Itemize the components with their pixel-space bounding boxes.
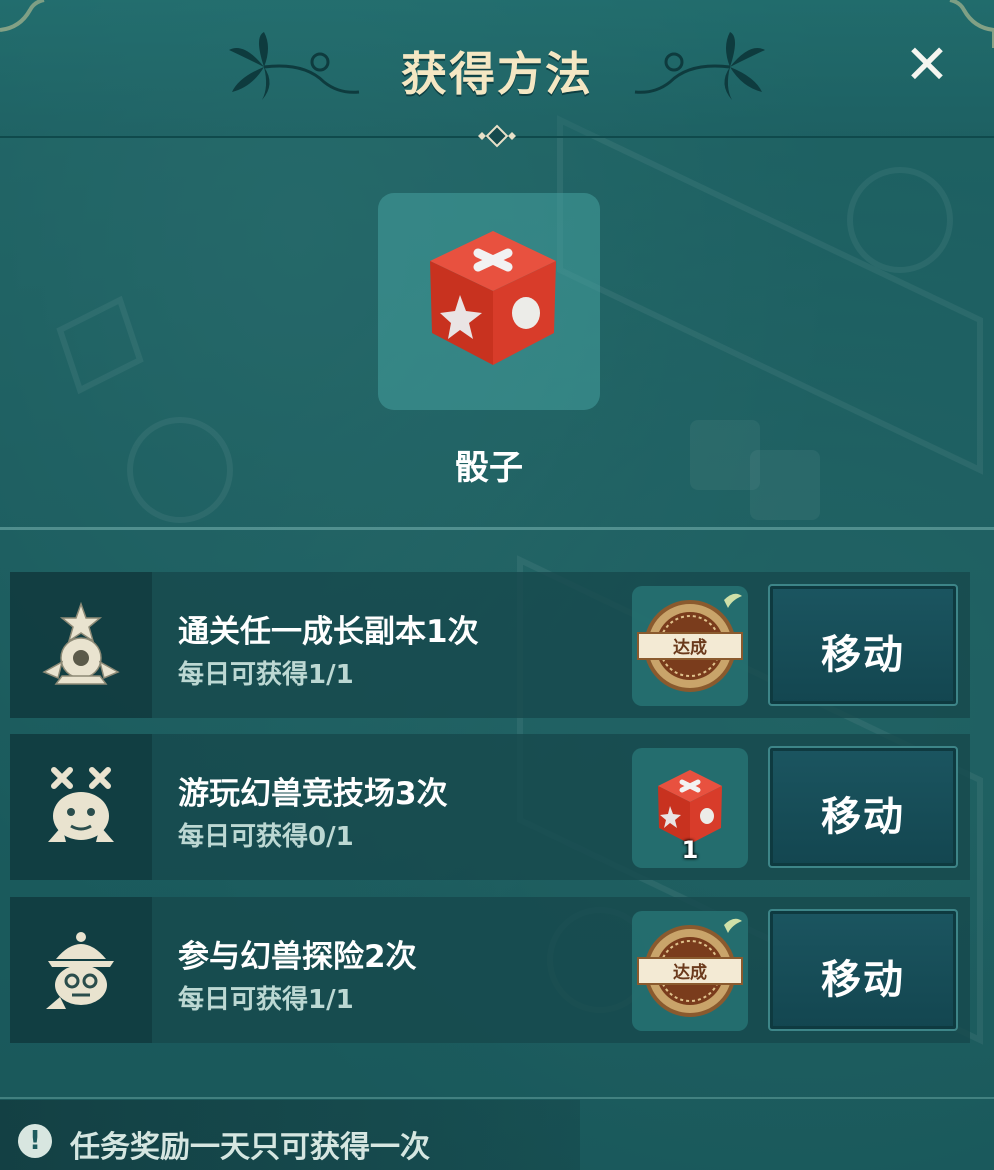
exclamation-icon: ! bbox=[18, 1124, 52, 1158]
red-dice-icon bbox=[430, 231, 556, 365]
move-button-label: 移动 bbox=[821, 957, 905, 1003]
move-button[interactable]: 移动 bbox=[768, 584, 958, 706]
dialog-title: 获得方法 bbox=[401, 47, 593, 101]
explorer-beast-icon bbox=[46, 932, 114, 1009]
footer-divider bbox=[0, 1097, 994, 1099]
reward-label: 达成 bbox=[673, 637, 707, 658]
move-button-label: 移动 bbox=[821, 632, 905, 678]
task-icon-cell bbox=[10, 734, 152, 880]
task-icon-cell bbox=[10, 572, 152, 718]
close-button[interactable]: ✕ bbox=[898, 38, 956, 96]
item-name: 骰子 bbox=[455, 448, 523, 488]
task-row: 游玩幻兽竞技场3次 每日可获得0/1 1 移动 bbox=[10, 734, 970, 880]
section-divider bbox=[0, 527, 994, 530]
task-progress: 每日可获得1/1 bbox=[178, 985, 354, 1015]
completed-stamp-icon: 达成 bbox=[637, 918, 743, 1017]
item-preview bbox=[378, 193, 600, 410]
dialog-panel: 获得方法 ✕ 骰子 通关任一成长副本1次 每日可获得1/1 达成 移动 游玩幻兽… bbox=[0, 0, 994, 1170]
dialog-header: 获得方法 ✕ bbox=[0, 0, 994, 148]
move-button[interactable]: 移动 bbox=[768, 746, 958, 868]
leaf-ornament-right-icon bbox=[634, 32, 765, 100]
reward-slot: 1 bbox=[632, 748, 748, 868]
reward-label: 达成 bbox=[673, 962, 707, 983]
move-button[interactable]: 移动 bbox=[768, 909, 958, 1031]
arena-beast-icon bbox=[48, 767, 114, 842]
task-progress: 每日可获得0/1 bbox=[178, 822, 354, 852]
footer-notice: 任务奖励一天只可获得一次 bbox=[70, 1130, 430, 1165]
reward-count: 1 bbox=[681, 836, 699, 864]
task-title: 参与幻兽探险2次 bbox=[178, 939, 417, 975]
completed-stamp-icon: 达成 bbox=[637, 593, 743, 692]
task-progress: 每日可获得1/1 bbox=[178, 660, 354, 690]
task-title: 通关任一成长副本1次 bbox=[178, 614, 479, 650]
reward-slot: 达成 bbox=[632, 911, 748, 1031]
reward-slot: 达成 bbox=[632, 586, 748, 706]
move-button-label: 移动 bbox=[821, 794, 905, 840]
dungeon-emblem-icon bbox=[42, 601, 120, 685]
task-title: 游玩幻兽竞技场3次 bbox=[178, 776, 448, 812]
task-row: 通关任一成长副本1次 每日可获得1/1 达成 移动 bbox=[10, 572, 970, 718]
task-row: 参与幻兽探险2次 每日可获得1/1 达成 移动 bbox=[10, 897, 970, 1043]
diamond-ornament-icon bbox=[478, 124, 516, 148]
task-icon-cell bbox=[10, 897, 152, 1043]
